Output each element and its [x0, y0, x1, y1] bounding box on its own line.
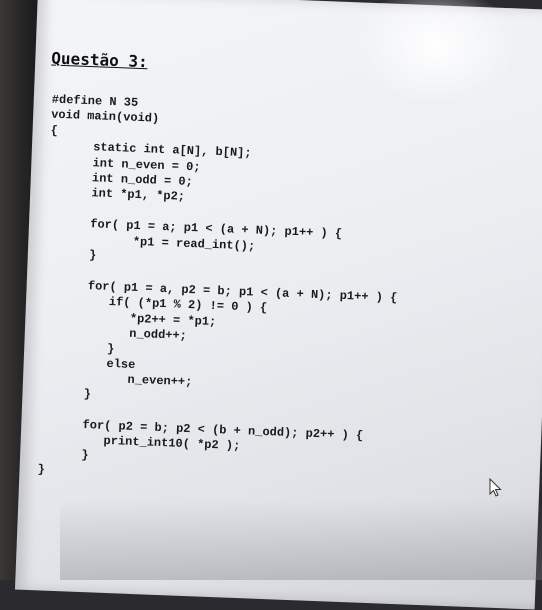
code-line: } [40, 385, 92, 402]
code-line: } [37, 446, 89, 463]
code-line: #define N 35 [51, 92, 139, 110]
question-heading: Questão 3: [51, 48, 149, 72]
code-line: } [42, 338, 115, 356]
code-line: } [45, 246, 97, 263]
code-line: { [50, 123, 59, 138]
mouse-pointer-icon [489, 478, 502, 497]
code-block: #define N 35 void main(void) { static in… [37, 93, 404, 491]
screen-glare [353, 0, 519, 109]
code-line: else [41, 354, 136, 372]
screen-shadow [60, 500, 542, 580]
code-line: void main(void) [50, 108, 160, 127]
code-line: } [37, 462, 46, 477]
